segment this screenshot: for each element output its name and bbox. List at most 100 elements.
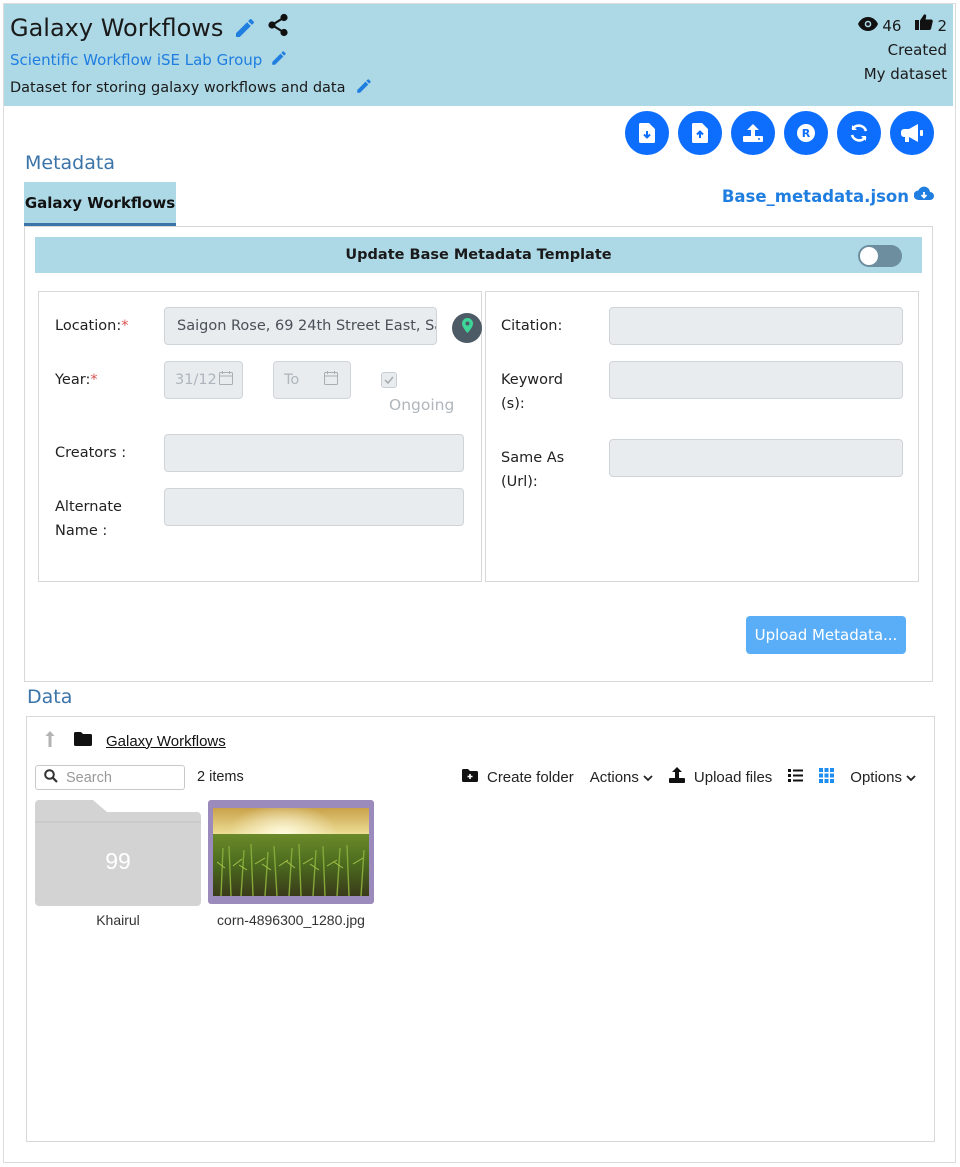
- eye-icon: [858, 14, 879, 38]
- check-icon: [384, 371, 394, 389]
- create-folder-label: Create folder: [486, 768, 574, 786]
- dataset-action-buttons: R: [625, 111, 934, 155]
- options-label: Options: [850, 768, 902, 786]
- dataset-description: Dataset for storing galaxy workflows and…: [10, 80, 346, 96]
- grid-view-button[interactable]: [819, 767, 835, 787]
- keyword-field[interactable]: [609, 361, 903, 399]
- alternate-name-label-line2: Name :: [55, 523, 108, 539]
- edit-title-pencil-icon[interactable]: [233, 16, 257, 40]
- thumbs-up-icon[interactable]: [915, 13, 934, 38]
- items-count: 2 items: [197, 769, 244, 785]
- cloud-download-icon: [913, 186, 934, 206]
- metadata-section-title: Metadata: [25, 152, 115, 174]
- list-view-button[interactable]: [788, 768, 804, 786]
- upload-icon: [743, 124, 763, 142]
- registered-icon: R: [797, 124, 815, 142]
- year-to-placeholder: To: [284, 372, 300, 388]
- likes-count: 2: [937, 16, 947, 35]
- dataset-title: Galaxy Workflows: [10, 14, 224, 42]
- calendar-icon: [324, 371, 338, 389]
- announce-button[interactable]: [890, 111, 934, 155]
- sync-icon: [849, 123, 869, 143]
- file-search-box[interactable]: Search: [35, 765, 185, 790]
- update-template-label: Update Base Metadata Template: [345, 247, 612, 263]
- update-template-bar: Update Base Metadata Template: [35, 237, 922, 273]
- folder-icon: [74, 732, 92, 750]
- upload-button[interactable]: [731, 111, 775, 155]
- download-button[interactable]: [625, 111, 669, 155]
- level-up-icon[interactable]: [44, 730, 56, 752]
- status-created: Created: [887, 41, 947, 59]
- map-pin-icon: [461, 318, 473, 338]
- status-my-dataset: My dataset: [863, 65, 947, 83]
- search-placeholder: Search: [66, 769, 112, 786]
- toggle-knob: [860, 247, 878, 265]
- year-to-field[interactable]: To: [273, 361, 351, 399]
- file-item-name[interactable]: corn-4896300_1280.jpg: [200, 912, 382, 928]
- keyword-label-line2: (s):: [501, 396, 525, 412]
- views-count: 46: [882, 16, 902, 35]
- alternate-name-label-line1: Alternate: [55, 499, 122, 515]
- citation-field[interactable]: [609, 307, 903, 345]
- export-file-button[interactable]: [678, 111, 722, 155]
- same-as-field[interactable]: [609, 439, 903, 477]
- folder-plus-icon: [461, 768, 478, 786]
- sync-button[interactable]: [837, 111, 881, 155]
- ongoing-label: Ongoing: [389, 396, 455, 414]
- group-link[interactable]: Scientific Workflow iSE Lab Group: [10, 51, 262, 69]
- list-icon: [788, 768, 804, 786]
- location-label: Location:*: [55, 318, 129, 334]
- year-label: Year:*: [55, 372, 98, 388]
- tab-galaxy-workflows[interactable]: Galaxy Workflows: [24, 182, 176, 226]
- upload-files-label: Upload files: [693, 768, 773, 786]
- creators-field[interactable]: [164, 434, 464, 472]
- edit-group-pencil-icon[interactable]: [270, 49, 288, 71]
- dataset-header: Galaxy Workflows Scientific Workflow iSE…: [4, 4, 953, 106]
- share-icon[interactable]: [267, 13, 289, 43]
- description-row: Dataset for storing galaxy workflows and…: [10, 77, 373, 99]
- update-template-toggle[interactable]: [858, 245, 902, 267]
- registered-button[interactable]: R: [784, 111, 828, 155]
- file-toolbar: Create folder Actions Upload files Optio…: [461, 767, 916, 787]
- keyword-label-line1: Keyword: [501, 372, 563, 388]
- corn-field-thumbnail: [213, 808, 369, 897]
- chevron-down-icon: [643, 769, 653, 786]
- ongoing-checkbox[interactable]: [381, 372, 397, 388]
- creators-label: Creators :: [55, 445, 127, 461]
- citation-label: Citation:: [501, 318, 563, 334]
- breadcrumb-current-folder[interactable]: Galaxy Workflows: [106, 733, 226, 750]
- actions-dropdown[interactable]: Actions: [590, 769, 653, 786]
- edit-description-pencil-icon[interactable]: [355, 77, 373, 99]
- svg-text:R: R: [802, 127, 811, 140]
- dataset-title-row: Galaxy Workflows: [10, 13, 289, 43]
- upload-metadata-button[interactable]: Upload Metadata...: [746, 616, 906, 654]
- dataset-stats: 46 2 Created My dataset: [858, 13, 947, 86]
- data-section-title: Data: [27, 686, 73, 708]
- chevron-down-icon: [906, 769, 916, 786]
- upload-icon: [668, 767, 685, 787]
- same-as-label-line2: (Url):: [501, 474, 538, 490]
- year-from-field[interactable]: 31/12: [164, 361, 243, 399]
- folder-item-name[interactable]: Khairul: [35, 912, 201, 928]
- same-as-label-line1: Same As: [501, 450, 565, 466]
- year-from-value: 31/12: [175, 372, 217, 388]
- file-export-icon: [692, 123, 708, 143]
- folder-item-count: 99: [105, 848, 131, 874]
- folder-item-khairul[interactable]: 99: [35, 800, 201, 906]
- actions-label: Actions: [589, 768, 639, 786]
- download-icon: [639, 123, 655, 143]
- base-metadata-download-link[interactable]: Base_metadata.json: [722, 186, 934, 206]
- megaphone-icon: [901, 124, 923, 142]
- search-icon: [44, 768, 58, 787]
- base-metadata-filename: Base_metadata.json: [721, 186, 909, 206]
- file-item-corn-image[interactable]: [208, 800, 374, 904]
- location-field[interactable]: Saigon Rose, 69 24th Street East, Saskat…: [164, 307, 437, 345]
- create-folder-button[interactable]: Create folder: [461, 768, 574, 786]
- options-dropdown[interactable]: Options: [850, 769, 916, 786]
- group-row: Scientific Workflow iSE Lab Group: [10, 49, 288, 71]
- breadcrumb: Galaxy Workflows: [44, 730, 226, 752]
- map-pin-button[interactable]: [452, 313, 482, 343]
- alternate-name-field[interactable]: [164, 488, 464, 526]
- calendar-icon: [219, 371, 233, 389]
- upload-files-button[interactable]: Upload files: [668, 767, 773, 787]
